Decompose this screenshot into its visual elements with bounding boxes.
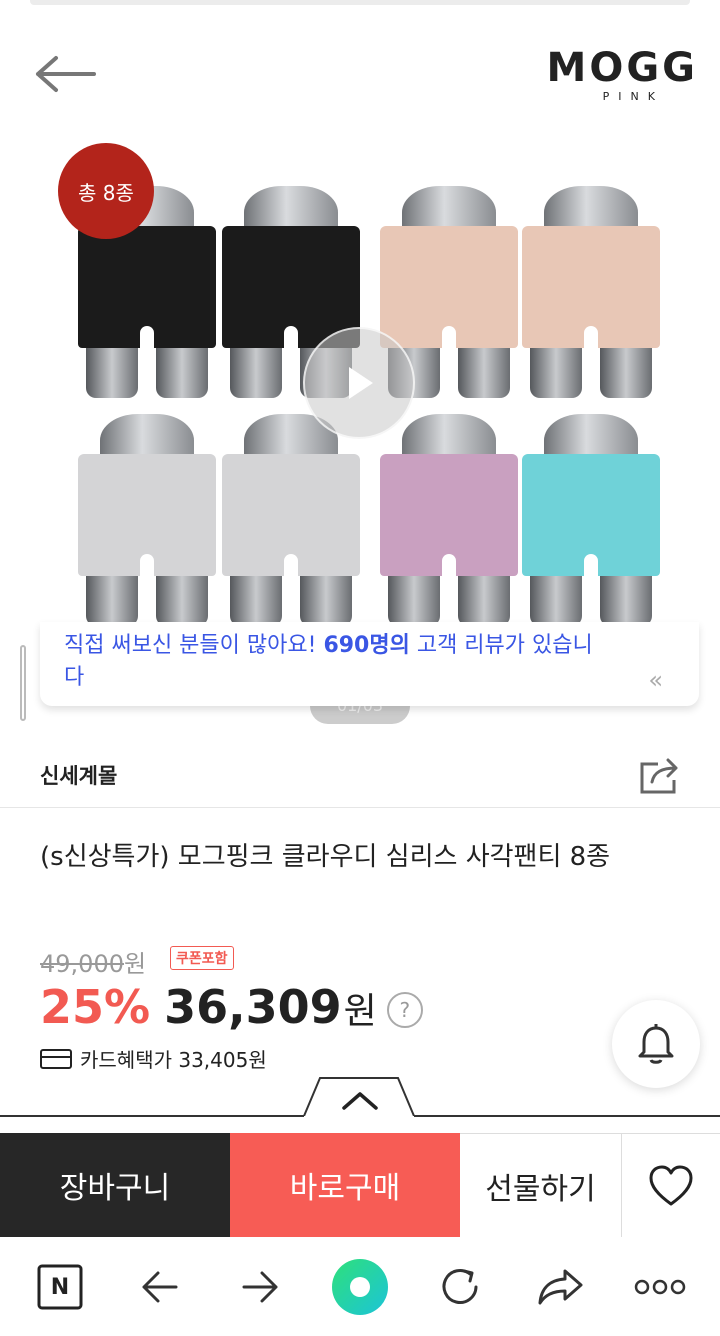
mannequin-torso [402, 414, 496, 458]
bell-icon [638, 1024, 674, 1064]
mannequin-leg [230, 574, 282, 626]
seller-name[interactable]: 신세계몰 [40, 760, 117, 790]
forward-arrow-icon [242, 1271, 278, 1303]
original-price: 49,000원 [40, 944, 146, 979]
back-arrow-icon [142, 1271, 178, 1303]
heart-icon [649, 1165, 693, 1205]
price-help-icon[interactable]: ? [386, 992, 423, 1028]
brand-logo-main: MOGG [546, 45, 698, 91]
share-button[interactable] [638, 756, 682, 796]
original-price-value: 49,000 [40, 950, 124, 978]
mannequin-leg [458, 574, 510, 626]
boxer-shorts [222, 454, 360, 576]
naver-n-label: N [50, 1274, 70, 1300]
mannequin-leg [388, 574, 440, 626]
mannequin-torso [402, 186, 496, 230]
purchase-action-bar: 장바구니 바로구매 선물하기 [0, 1133, 720, 1237]
home-green-icon [332, 1259, 388, 1315]
product-variant-image [72, 414, 222, 629]
mannequin-leg [86, 574, 138, 626]
browser-toolbar: N [0, 1237, 720, 1336]
mannequin-leg [458, 346, 510, 398]
mannequin-torso [100, 414, 194, 458]
discount-rate: 25% [40, 980, 151, 1034]
boxer-shorts [78, 454, 216, 576]
share-icon [538, 1269, 583, 1305]
browser-back-button[interactable] [130, 1259, 190, 1315]
mannequin-leg [530, 346, 582, 398]
play-video-button[interactable] [303, 327, 415, 439]
brand-logo-sub: PINK [602, 90, 664, 103]
mannequin-leg [156, 574, 208, 626]
sale-price: 36,309 [164, 980, 342, 1034]
chevron-up-icon [342, 1092, 378, 1110]
naver-home-button[interactable]: N [30, 1259, 90, 1315]
review-banner-text: 직접 써보신 분들이 많아요! 690명의 고객 리뷰가 있습니다 [64, 630, 604, 694]
product-title: (s신상특가) 모그핑크 클라우디 심리스 사각팬티 8종 [40, 842, 611, 872]
mannequin-leg [230, 346, 282, 398]
card-benefit-text: 카드혜택가 33,405원 [80, 1048, 267, 1072]
mannequin-torso [244, 186, 338, 230]
product-variant-image [516, 414, 666, 629]
more-icon [634, 1279, 686, 1295]
browser-forward-button[interactable] [230, 1259, 290, 1315]
boxer-shorts [380, 454, 518, 576]
product-variant-image [516, 186, 666, 401]
sale-price-unit: 원 [343, 991, 377, 1032]
gift-button[interactable]: 선물하기 [460, 1133, 622, 1237]
mannequin-torso [544, 186, 638, 230]
seller-row: 신세계몰 [0, 742, 720, 808]
play-icon [349, 367, 373, 399]
mannequin-leg [600, 346, 652, 398]
browser-refresh-button[interactable] [430, 1259, 490, 1315]
share-icon [640, 758, 678, 794]
review-banner-pre: 직접 써보신 분들이 많아요! [64, 633, 324, 658]
product-variant-image [216, 414, 366, 629]
product-variant-image [374, 414, 524, 629]
double-chevron-left-icon[interactable]: « [648, 666, 663, 694]
expand-drawer-tab[interactable] [0, 1074, 720, 1134]
browser-share-button[interactable] [530, 1259, 590, 1315]
card-benefit[interactable]: 카드혜택가 33,405원 [40, 1044, 267, 1073]
mannequin-leg [530, 574, 582, 626]
buy-now-button[interactable]: 바로구매 [230, 1133, 460, 1237]
boxer-shorts [522, 226, 660, 348]
mannequin-torso [544, 414, 638, 458]
price-row: 25% 36,309 원 ? [40, 980, 423, 1040]
boxer-shorts [78, 226, 216, 348]
mannequin-leg [600, 574, 652, 626]
scroll-handle[interactable] [20, 645, 26, 721]
add-to-cart-button[interactable]: 장바구니 [0, 1133, 230, 1237]
credit-card-icon [40, 1048, 72, 1069]
coupon-badge: 쿠폰포함 [170, 946, 234, 970]
boxer-shorts [522, 454, 660, 576]
review-count: 690명의 [323, 633, 410, 658]
mannequin-leg [86, 346, 138, 398]
arrow-left-icon [36, 56, 96, 92]
refresh-icon [442, 1269, 478, 1304]
browser-more-button[interactable] [630, 1259, 690, 1315]
boxer-shorts [380, 226, 518, 348]
top-strip [30, 0, 690, 5]
review-banner[interactable]: 직접 써보신 분들이 많아요! 690명의 고객 리뷰가 있습니다 « [40, 622, 699, 706]
back-button[interactable] [34, 52, 100, 96]
original-price-unit: 원 [123, 950, 147, 978]
mannequin-leg [300, 574, 352, 626]
browser-green-dot-button[interactable] [330, 1259, 390, 1315]
total-count-badge: 총 8종 [58, 143, 154, 239]
mannequin-leg [156, 346, 208, 398]
like-button[interactable] [622, 1133, 720, 1237]
product-page: MOGG PINK 총 8종 01/03 직접 써보신 분들이 많아요! 690… [0, 0, 720, 1336]
brand-logo[interactable]: MOGG PINK [538, 48, 698, 103]
